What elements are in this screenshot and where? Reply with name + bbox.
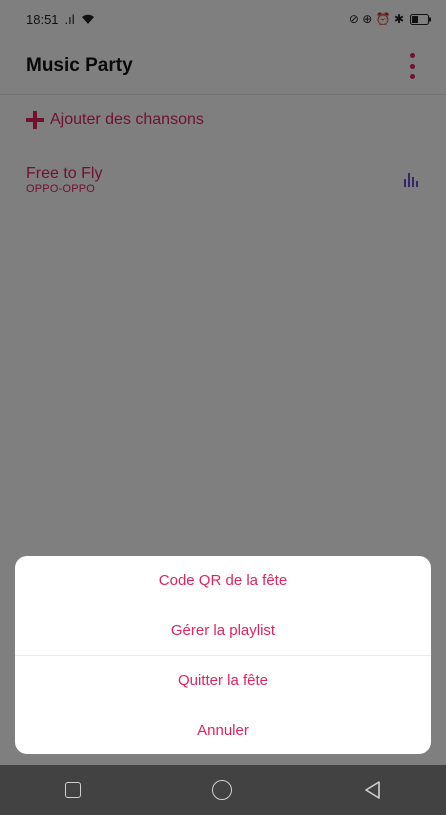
manage-playlist-button[interactable]: Gérer la playlist [15, 606, 431, 656]
cancel-button[interactable]: Annuler [15, 706, 431, 755]
leave-party-button[interactable]: Quitter la fête [15, 656, 431, 706]
home-icon[interactable] [211, 780, 232, 800]
back-icon[interactable] [363, 780, 381, 800]
navigation-bar [0, 765, 446, 815]
party-qr-code-button[interactable]: Code QR de la fête [15, 556, 431, 606]
recents-icon[interactable] [65, 782, 82, 798]
action-sheet: Code QR de la fête Gérer la playlist Qui… [15, 556, 431, 754]
